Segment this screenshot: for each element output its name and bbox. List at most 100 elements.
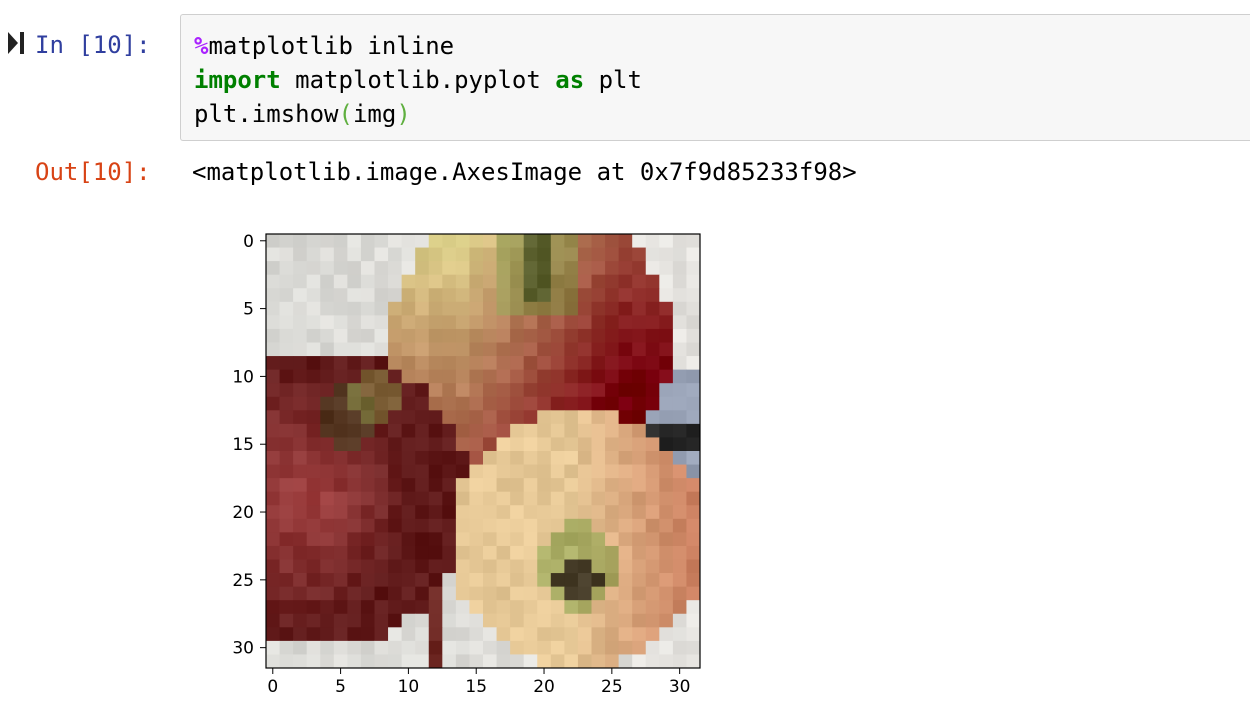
image-pixel <box>591 586 606 601</box>
image-pixel <box>360 301 375 316</box>
image-pixel <box>347 573 362 588</box>
image-pixel <box>483 518 497 533</box>
image-pixel <box>320 315 335 330</box>
image-pixel <box>564 274 579 289</box>
image-pixel <box>496 505 511 520</box>
image-pixel <box>686 613 701 628</box>
image-pixel <box>605 613 620 628</box>
image-pixel <box>279 356 294 371</box>
code-cell-input[interactable]: %matplotlib inline import matplotlib.pypl… <box>180 14 1250 141</box>
image-pixel <box>672 654 687 669</box>
image-pixel <box>537 613 552 628</box>
image-pixel <box>320 559 335 574</box>
image-pixel <box>496 356 511 371</box>
image-pixel <box>605 464 620 479</box>
image-pixel <box>523 234 538 248</box>
image-pixel <box>455 573 470 588</box>
image-pixel <box>645 559 660 574</box>
image-pixel <box>645 315 660 330</box>
image-pixel <box>388 600 403 615</box>
image-pixel <box>333 600 348 615</box>
image-pixel <box>388 627 403 642</box>
image-pixel <box>401 288 416 303</box>
image-pixel <box>279 234 294 248</box>
keyword-import: import <box>194 66 281 94</box>
x-tick-label: 20 <box>533 677 555 697</box>
image-pixel <box>401 356 416 371</box>
image-pixel <box>279 518 294 533</box>
image-pixel <box>537 396 552 411</box>
run-cell-icon[interactable] <box>8 32 24 54</box>
image-pixel <box>550 559 565 574</box>
image-pixel <box>333 383 348 398</box>
image-pixel <box>550 423 565 438</box>
image-pixel <box>686 478 701 493</box>
image-pixel <box>591 532 606 547</box>
image-pixel <box>442 573 457 588</box>
code-editor[interactable]: %matplotlib inline import matplotlib.pypl… <box>194 29 642 131</box>
image-pixel <box>415 640 430 655</box>
image-pixel <box>347 247 362 262</box>
image-pixel <box>293 491 308 506</box>
image-pixel <box>360 559 375 574</box>
image-pixel <box>510 505 525 520</box>
image-pixel <box>672 234 687 248</box>
image-pixel <box>523 640 538 655</box>
image-pixel <box>374 478 389 493</box>
image-pixel <box>293 342 308 357</box>
image-pixel <box>550 613 565 628</box>
magic-command: matplotlib inline <box>208 32 455 60</box>
image-pixel <box>401 613 416 628</box>
image-pixel <box>591 342 606 357</box>
image-pixel <box>496 518 511 533</box>
image-pixel <box>496 410 511 425</box>
image-pixel <box>686 369 701 384</box>
image-pixel <box>333 261 348 276</box>
image-pixel <box>686 654 701 669</box>
image-pixel <box>401 396 416 411</box>
image-pixel <box>632 532 647 547</box>
x-tick-label: 15 <box>465 677 487 697</box>
image-pixel <box>605 356 620 371</box>
image-pixel <box>428 451 443 465</box>
image-pixel <box>442 301 457 316</box>
image-pixel <box>510 518 525 533</box>
image-pixel <box>306 532 321 547</box>
image-pixel <box>347 328 362 343</box>
image-pixel <box>347 640 362 655</box>
image-pixel <box>645 491 660 506</box>
image-pixel <box>279 491 294 506</box>
image-pixel <box>428 247 443 262</box>
image-pixel <box>455 383 470 398</box>
image-pixel <box>537 654 552 669</box>
image-pixel <box>564 315 579 330</box>
image-pixel <box>496 383 511 398</box>
image-pixel <box>442 315 457 330</box>
image-pixel <box>550 573 565 588</box>
image-pixel <box>672 478 687 493</box>
image-pixel <box>442 451 457 465</box>
image-pixel <box>645 423 660 438</box>
image-pixel <box>401 247 416 262</box>
image-pixel <box>632 600 647 615</box>
image-pixel <box>564 491 579 506</box>
image-pixel <box>455 586 470 601</box>
image-pixel <box>632 559 647 574</box>
image-pixel <box>510 288 525 303</box>
image-pixel <box>347 369 362 384</box>
image-pixel <box>442 369 457 384</box>
image-pixel <box>523 247 538 262</box>
image-pixel <box>401 627 416 642</box>
image-pixel <box>360 613 375 628</box>
image-pixel <box>523 532 538 547</box>
image-pixel <box>591 545 606 560</box>
image-pixel <box>374 654 389 669</box>
image-pixel <box>388 491 403 506</box>
image-pixel <box>442 627 457 642</box>
image-pixel <box>442 410 457 425</box>
image-pixel <box>564 288 579 303</box>
image-pixel <box>293 396 308 411</box>
image-pixel <box>483 545 497 560</box>
image-pixel <box>672 315 687 330</box>
image-pixel <box>686 505 701 520</box>
